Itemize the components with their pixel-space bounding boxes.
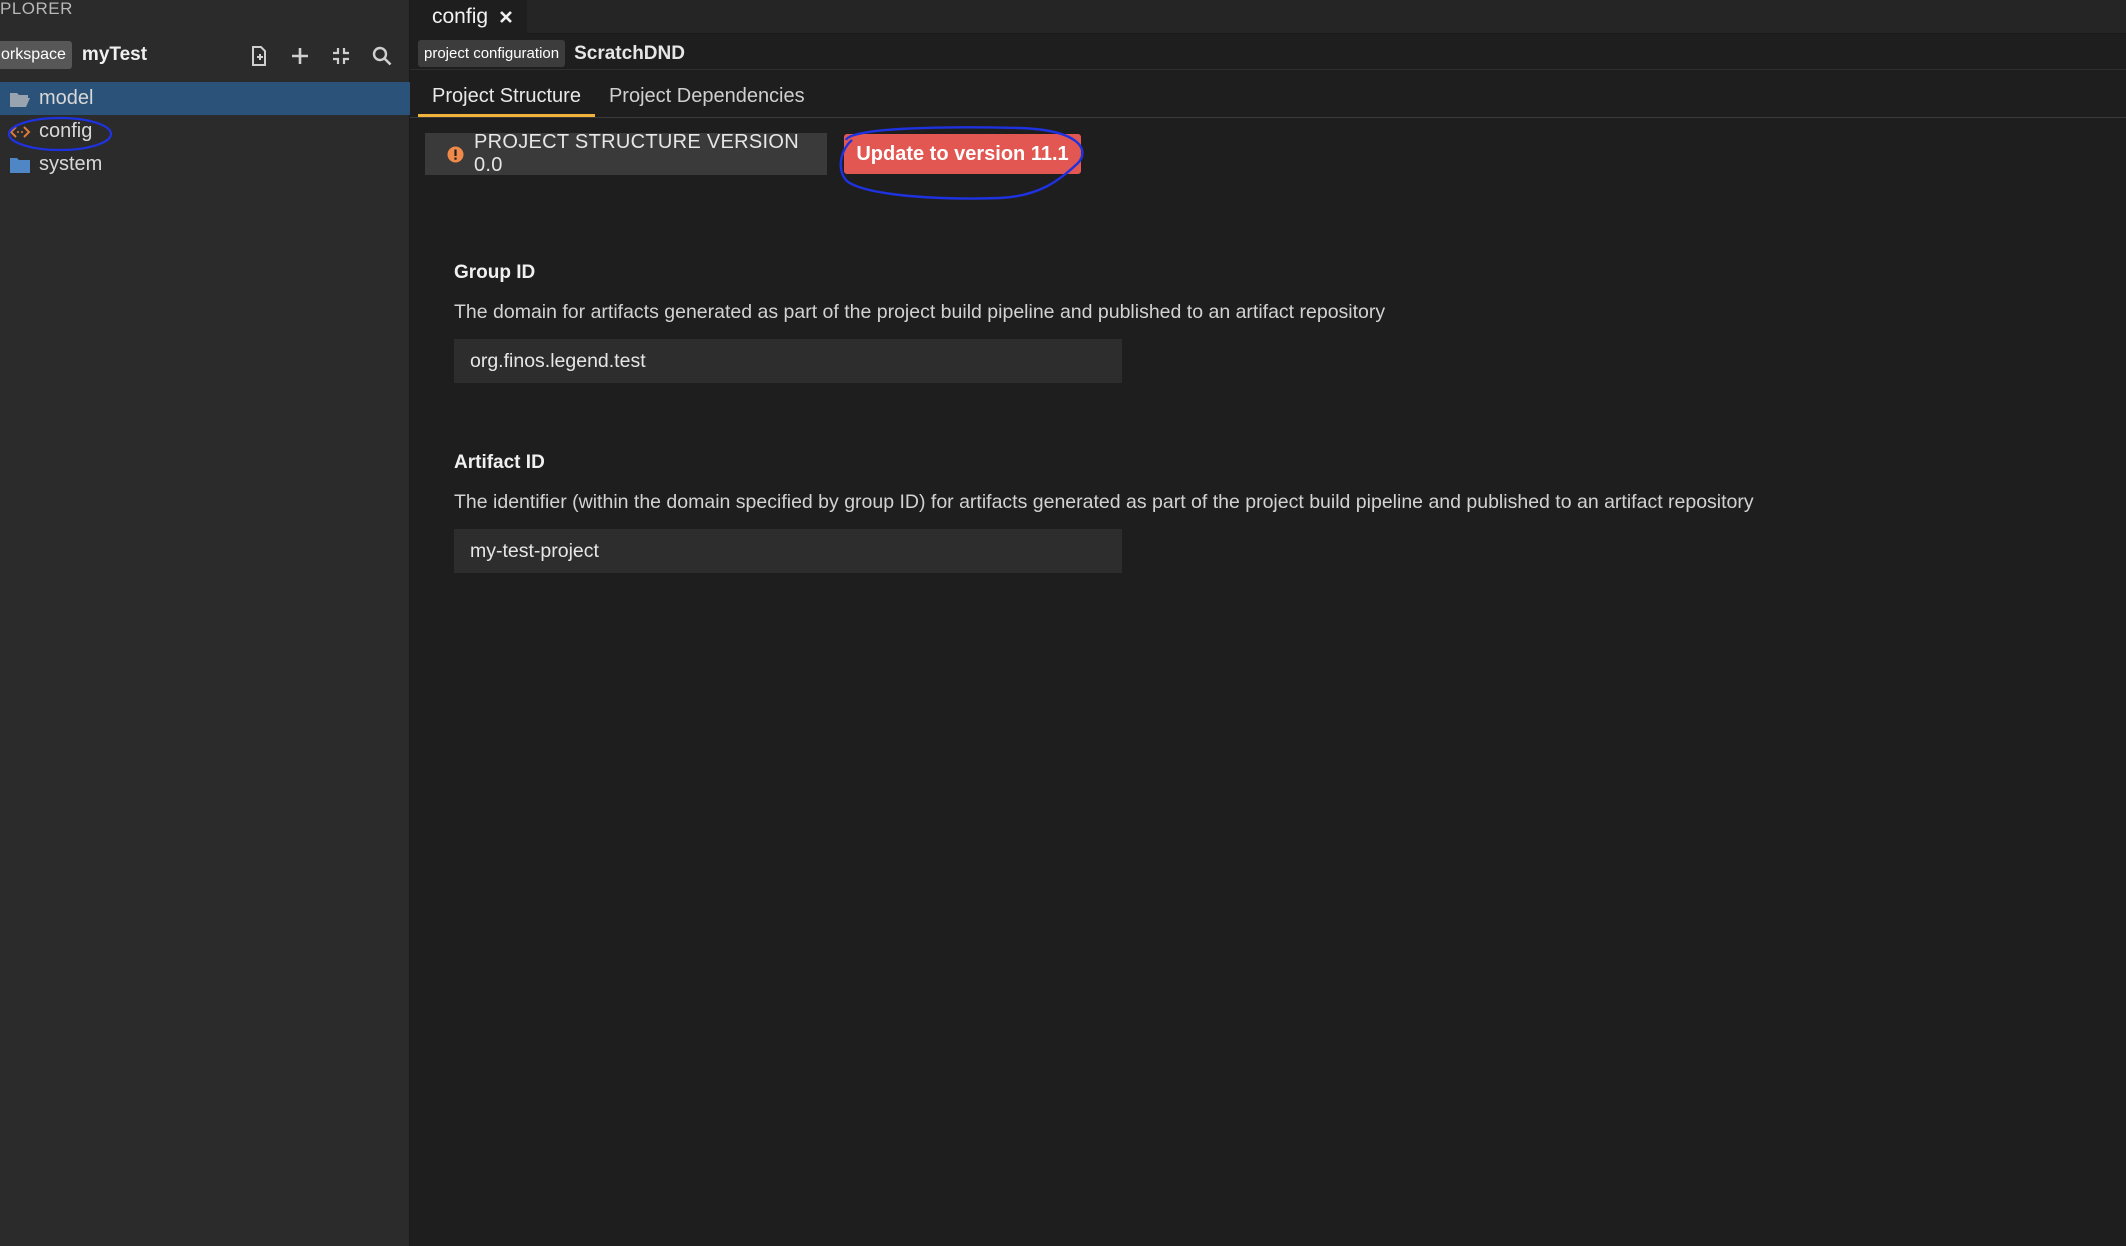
artifact-id-title: Artifact ID bbox=[454, 452, 545, 473]
workspace-bar: orkspace myTest bbox=[0, 38, 410, 72]
workspace-badge: orkspace bbox=[0, 41, 72, 69]
code-config-icon bbox=[8, 122, 32, 142]
update-version-button[interactable]: Update to version 11.1 bbox=[844, 134, 1081, 174]
add-icon[interactable] bbox=[279, 42, 320, 70]
editor-header: project configuration ScratchDND bbox=[410, 38, 2126, 70]
group-id-field: Group ID The domain for artifacts genera… bbox=[454, 262, 1385, 383]
workspace-name: myTest bbox=[81, 44, 148, 65]
explorer-tree: model config system bbox=[0, 82, 410, 181]
tab-project-structure[interactable]: Project Structure bbox=[418, 75, 595, 117]
group-id-input[interactable]: org.finos.legend.test bbox=[454, 339, 1122, 383]
workspace-toolbar bbox=[238, 42, 402, 70]
artifact-id-input[interactable]: my-test-project bbox=[454, 529, 1122, 573]
tab-config[interactable]: config bbox=[410, 0, 527, 34]
close-icon[interactable] bbox=[499, 10, 513, 24]
new-file-icon[interactable] bbox=[238, 42, 279, 70]
folder-icon bbox=[8, 155, 32, 175]
explorer-sidebar: PLORER orkspace myTest model config syst… bbox=[0, 0, 410, 1246]
tree-item-system[interactable]: system bbox=[0, 148, 410, 181]
tree-item-label: config bbox=[39, 120, 93, 142]
version-bar: PROJECT STRUCTURE VERSION 0.0 Update to … bbox=[425, 131, 1081, 176]
project-name: ScratchDND bbox=[574, 42, 685, 64]
version-text: PROJECT STRUCTURE VERSION 0.0 bbox=[474, 131, 799, 176]
tree-item-model[interactable]: model bbox=[0, 82, 410, 115]
collapse-icon[interactable] bbox=[320, 42, 361, 70]
editor-tab-bar: config bbox=[410, 0, 2126, 34]
tree-item-config[interactable]: config bbox=[0, 115, 410, 148]
explorer-title: PLORER bbox=[0, 0, 73, 18]
tree-item-label: model bbox=[39, 87, 94, 109]
project-structure-version: PROJECT STRUCTURE VERSION 0.0 bbox=[425, 131, 827, 176]
tab-label: config bbox=[432, 5, 489, 28]
project-configuration-badge: project configuration bbox=[418, 40, 566, 67]
app-window: PLORER orkspace myTest model config syst… bbox=[0, 0, 2126, 1246]
folder-open-icon bbox=[8, 89, 32, 109]
search-icon[interactable] bbox=[361, 42, 402, 70]
tree-item-label: system bbox=[39, 153, 103, 175]
artifact-id-description: The identifier (within the domain specif… bbox=[454, 491, 1754, 513]
artifact-id-field: Artifact ID The identifier (within the d… bbox=[454, 452, 1754, 573]
tab-project-dependencies[interactable]: Project Dependencies bbox=[595, 75, 819, 117]
group-id-description: The domain for artifacts generated as pa… bbox=[454, 301, 1386, 323]
config-subtabs: Project Structure Project Dependencies bbox=[410, 76, 2126, 118]
warning-icon bbox=[447, 146, 464, 163]
group-id-title: Group ID bbox=[454, 262, 536, 283]
